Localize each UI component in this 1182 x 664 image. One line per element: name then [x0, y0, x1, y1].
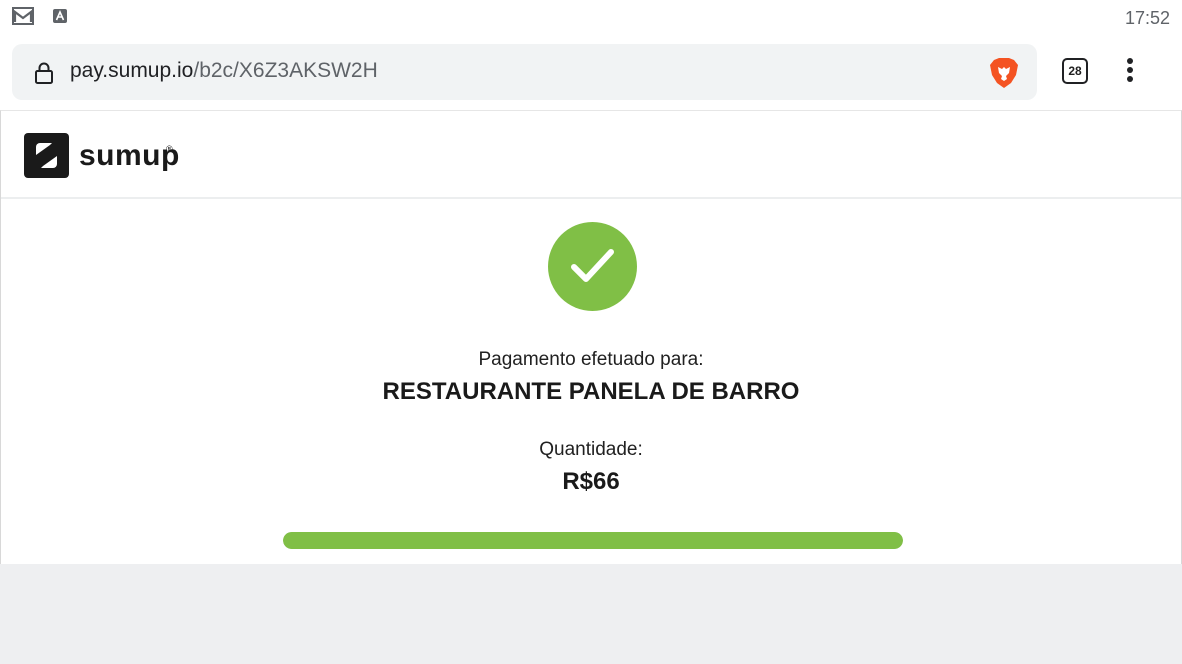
brave-lion-icon[interactable] — [989, 57, 1019, 89]
amount-value: R$66 — [562, 468, 620, 495]
sumup-logo-text[interactable]: sumup — [79, 139, 180, 173]
tab-switcher-button[interactable]: 28 — [1062, 58, 1088, 84]
amount-label: Quantidade: — [539, 439, 643, 460]
url-host: pay.sumup.io — [70, 59, 194, 82]
registered-mark: ® — [166, 144, 173, 154]
browser-toolbar: pay.sumup.io/b2c/X6Z3AKSW2H 28 — [0, 36, 1182, 110]
status-time: 17:52 — [1124, 8, 1170, 28]
progress-fill — [283, 532, 903, 549]
more-vert-icon[interactable] — [1120, 58, 1140, 86]
progress-bar — [283, 532, 903, 549]
address-bar[interactable]: pay.sumup.io/b2c/X6Z3AKSW2H — [12, 44, 1037, 100]
site-header: sumup ® — [1, 111, 1181, 199]
paid-to-label: Pagamento efetuado para: — [478, 349, 704, 370]
lock-icon[interactable] — [34, 61, 54, 85]
sumup-logo-icon[interactable] — [24, 133, 69, 178]
url-path: /b2c/X6Z3AKSW2H — [193, 59, 378, 82]
merchant-name: RESTAURANTE PANELA DE BARRO — [382, 378, 800, 405]
app-a-icon — [53, 9, 67, 23]
success-check-icon — [548, 222, 637, 311]
status-bar: 17:52 — [0, 0, 1182, 36]
page-content: sumup ® Pagamento efetuado para: RESTAUR… — [0, 110, 1182, 564]
gmail-icon — [12, 7, 34, 25]
url-text[interactable]: pay.sumup.io/b2c/X6Z3AKSW2H — [70, 59, 378, 83]
